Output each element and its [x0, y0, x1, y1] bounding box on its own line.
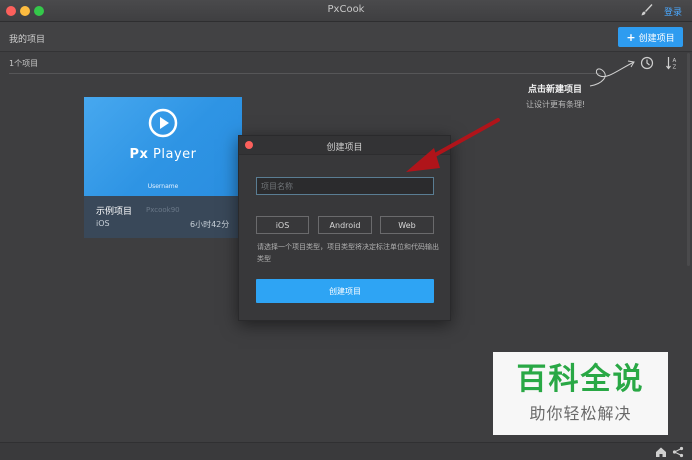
type-ios-button[interactable]: iOS	[256, 216, 309, 234]
home-icon[interactable]	[655, 446, 667, 458]
watermark-title: 百科全说	[516, 362, 645, 397]
thumbnail-title: Px Player	[84, 147, 242, 162]
my-projects-heading: 我的项目	[9, 35, 46, 45]
project-thumbnail: Px Player Username	[84, 97, 242, 196]
hint-title: 点击新建项目	[528, 85, 583, 95]
watermark-logo: 百科全说 助你轻松解决	[493, 352, 668, 435]
share-icon[interactable]	[672, 446, 684, 458]
hint-curve	[589, 60, 635, 87]
create-project-button-label: 创建项目	[638, 33, 675, 44]
thumbnail-title-rest: Player	[148, 147, 197, 162]
thumbnail-title-bold: Px	[129, 147, 149, 162]
type-android-button[interactable]: Android	[318, 216, 372, 234]
status-bar	[0, 442, 692, 460]
plus-icon: +	[626, 30, 636, 44]
project-platform: iOS	[96, 219, 110, 228]
project-type-description: 请选择一个项目类型，项目类型将决定标注单位和代码输出类型	[257, 243, 439, 263]
project-count: 1个项目	[9, 59, 39, 68]
create-project-button[interactable]: + 创建项目	[618, 27, 683, 47]
annotation-arrow	[406, 118, 500, 172]
thumbnail-username: Username	[147, 183, 179, 190]
project-card-footer: 示例项目 Pxcook90 iOS 6小时42分	[84, 196, 242, 238]
watermark-subtitle: 助你轻松解决	[529, 404, 632, 423]
header-bar: 我的项目 + 创建项目	[0, 22, 692, 52]
project-updated-time: 6小时42分	[190, 220, 230, 229]
clock-icon[interactable]	[640, 56, 654, 70]
submit-create-button[interactable]: 创建项目	[256, 279, 434, 303]
type-web-button[interactable]: Web	[380, 216, 434, 234]
brush-icon[interactable]	[639, 3, 653, 17]
svg-text:A: A	[673, 58, 677, 64]
vertical-scrollbar[interactable]	[687, 53, 690, 266]
sort-icon[interactable]: A Z	[665, 56, 679, 70]
project-owner: Pxcook90	[146, 206, 180, 214]
project-name: 示例项目	[96, 207, 133, 217]
svg-text:Z: Z	[673, 65, 677, 71]
title-bar: PxCook 登录	[0, 0, 692, 22]
hint-subtitle: 让设计更有条理!	[526, 100, 586, 109]
project-card[interactable]: Px Player Username 示例项目 Pxcook90 iOS 6小时…	[84, 97, 242, 238]
login-link[interactable]: 登录	[664, 5, 682, 18]
app-title: PxCook	[327, 4, 365, 15]
play-icon	[148, 108, 178, 138]
toolbar-divider	[9, 73, 601, 74]
